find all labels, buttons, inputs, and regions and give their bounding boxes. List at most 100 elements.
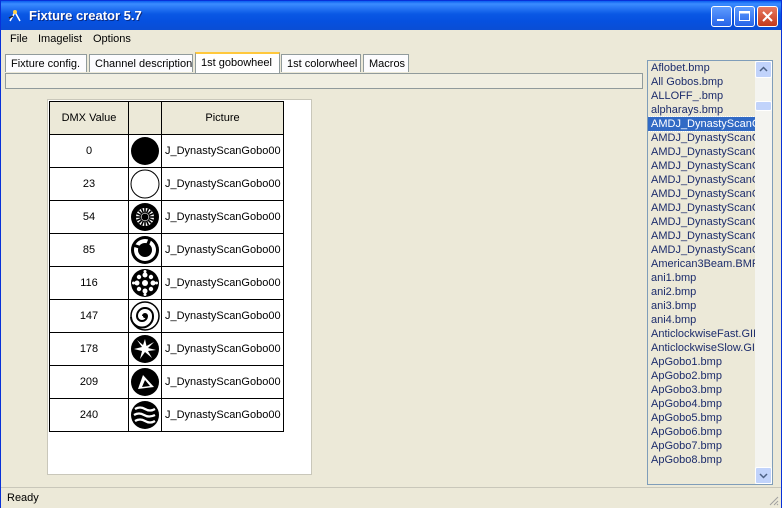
image-list-scrollbar[interactable] <box>755 61 772 484</box>
dmx-value-cell[interactable]: 0 <box>49 134 129 168</box>
image-list[interactable]: Aflobet.bmp All Gobos.bmp ALLOFF_.bmp alpha… <box>647 60 773 485</box>
list-item[interactable]: ApGobo8.bmp <box>648 453 755 467</box>
picture-cell[interactable]: J_DynastyScanGobo00 <box>161 167 284 201</box>
picture-cell[interactable]: J_DynastyScanGobo00 <box>161 365 284 399</box>
scroll-up-button[interactable] <box>755 61 772 78</box>
tab-1st-colorwheel[interactable]: 1st colorwheel <box>281 54 361 72</box>
dmx-value-cell[interactable]: 23 <box>49 167 129 201</box>
gobo-ring-icon <box>131 236 159 264</box>
table-row[interactable]: 116 J_DynastyScanGobo00 <box>49 266 284 300</box>
list-item[interactable]: AMDJ_DynastyScanG <box>648 145 755 159</box>
gobo-cell[interactable] <box>128 365 162 399</box>
list-item[interactable]: AMDJ_DynastyScanG <box>648 116 756 132</box>
chevron-down-icon <box>759 473 768 479</box>
menu-file[interactable]: File <box>10 33 28 45</box>
dmx-value-cell[interactable]: 85 <box>49 233 129 267</box>
tab-channel-description[interactable]: Channel description <box>89 54 193 72</box>
picture-cell[interactable]: J_DynastyScanGobo00 <box>161 200 284 234</box>
tab-page-strip <box>5 73 643 89</box>
gobo-grid: DMX Value Picture 0 J_DynastyScanGobo00 23… <box>47 99 312 475</box>
list-item[interactable]: ani3.bmp <box>648 299 755 313</box>
list-item[interactable]: ApGobo3.bmp <box>648 383 755 397</box>
dmx-value-cell[interactable]: 116 <box>49 266 129 300</box>
title-bar[interactable]: Fixture creator 5.7 <box>1 1 781 30</box>
list-item[interactable]: ApGobo6.bmp <box>648 425 755 439</box>
tab-strip: Fixture config. Channel description 1st … <box>5 52 643 74</box>
list-item[interactable]: ApGobo7.bmp <box>648 439 755 453</box>
gobo-cell[interactable] <box>128 233 162 267</box>
list-item[interactable]: AMDJ_DynastyScanG <box>648 173 755 187</box>
table-row[interactable]: 147 J_DynastyScanGobo00 <box>49 299 284 333</box>
maximize-button[interactable] <box>734 6 755 27</box>
list-item[interactable]: ALLOFF_.bmp <box>648 89 755 103</box>
table-row[interactable]: 0 J_DynastyScanGobo00 <box>49 134 284 168</box>
header-gobo[interactable] <box>128 101 162 135</box>
dmx-value-cell[interactable]: 240 <box>49 398 129 432</box>
list-item[interactable]: AnticlockwiseFast.GIF <box>648 327 755 341</box>
picture-cell[interactable]: J_DynastyScanGobo00 <box>161 398 284 432</box>
list-item[interactable]: American3Beam.BMP <box>648 257 755 271</box>
tab-1st-gobowheel[interactable]: 1st gobowheel <box>195 52 280 73</box>
list-item[interactable]: AMDJ_DynastyScanG <box>648 131 755 145</box>
list-item[interactable]: AMDJ_DynastyScanG <box>648 243 755 257</box>
gobo-solid-icon <box>131 137 159 165</box>
picture-cell[interactable]: J_DynastyScanGobo00 <box>161 299 284 333</box>
list-item[interactable]: ani1.bmp <box>648 271 755 285</box>
gobo-cell[interactable] <box>128 332 162 366</box>
tab-fixture-config[interactable]: Fixture config. <box>5 54 87 72</box>
table-row[interactable]: 23 J_DynastyScanGobo00 <box>49 167 284 201</box>
list-item[interactable]: ani4.bmp <box>648 313 755 327</box>
picture-cell[interactable]: J_DynastyScanGobo00 <box>161 266 284 300</box>
list-item[interactable]: Aflobet.bmp <box>648 61 755 75</box>
grid-header-row: DMX Value Picture <box>49 101 284 135</box>
header-dmx-value[interactable]: DMX Value <box>49 101 129 135</box>
list-item[interactable]: ani2.bmp <box>648 285 755 299</box>
list-item[interactable]: alpharays.bmp <box>648 103 755 117</box>
menu-options[interactable]: Options <box>93 33 131 45</box>
gobo-cell[interactable] <box>128 266 162 300</box>
gobo-cell[interactable] <box>128 134 162 168</box>
menu-bar: File Imagelist Options <box>1 30 781 49</box>
gobo-cell[interactable] <box>128 299 162 333</box>
gobo-open-icon <box>130 169 160 199</box>
scroll-down-button[interactable] <box>755 467 772 484</box>
list-item[interactable]: AMDJ_DynastyScanG <box>648 201 755 215</box>
menu-imagelist[interactable]: Imagelist <box>38 33 82 45</box>
gobo-table: DMX Value Picture 0 J_DynastyScanGobo00 23… <box>49 101 284 432</box>
tab-macros[interactable]: Macros <box>363 54 409 72</box>
gobo-cell[interactable] <box>128 200 162 234</box>
gobo-spiral-icon <box>130 301 160 331</box>
header-picture[interactable]: Picture <box>161 101 284 135</box>
list-item[interactable]: ApGobo1.bmp <box>648 355 755 369</box>
dmx-value-cell[interactable]: 147 <box>49 299 129 333</box>
list-item[interactable]: AMDJ_DynastyScanG <box>648 187 755 201</box>
list-item[interactable]: ApGobo5.bmp <box>648 411 755 425</box>
dmx-value-cell[interactable]: 209 <box>49 365 129 399</box>
table-row[interactable]: 85 J_DynastyScanGobo00 <box>49 233 284 267</box>
picture-cell[interactable]: J_DynastyScanGobo00 <box>161 134 284 168</box>
minimize-button[interactable] <box>711 6 732 27</box>
list-item[interactable]: AnticlockwiseSlow.GIF <box>648 341 755 355</box>
gobo-cell[interactable] <box>128 398 162 432</box>
gobo-cell[interactable] <box>128 167 162 201</box>
table-row[interactable]: 54 J_DynastyScanGobo00 <box>49 200 284 234</box>
table-row[interactable]: 178 J_DynastyScanGobo00 <box>49 332 284 366</box>
scroll-thumb[interactable] <box>755 101 772 111</box>
list-item[interactable]: AMDJ_DynastyScanG <box>648 229 755 243</box>
table-row[interactable]: 240 J_DynastyScanGobo00 <box>49 398 284 432</box>
dmx-value-cell[interactable]: 54 <box>49 200 129 234</box>
list-item[interactable]: ApGobo4.bmp <box>648 397 755 411</box>
list-item[interactable]: AMDJ_DynastyScanG <box>648 215 755 229</box>
status-text: Ready <box>7 492 39 504</box>
table-row[interactable]: 209 J_DynastyScanGobo00 <box>49 365 284 399</box>
status-bar: Ready <box>1 487 781 508</box>
maximize-icon <box>739 11 750 21</box>
picture-cell[interactable]: J_DynastyScanGobo00 <box>161 233 284 267</box>
dmx-value-cell[interactable]: 178 <box>49 332 129 366</box>
list-item[interactable]: All Gobos.bmp <box>648 75 755 89</box>
picture-cell[interactable]: J_DynastyScanGobo00 <box>161 332 284 366</box>
list-item[interactable]: ApGobo2.bmp <box>648 369 755 383</box>
list-item[interactable]: AMDJ_DynastyScanG <box>648 159 755 173</box>
resize-grip-icon[interactable] <box>767 494 779 506</box>
close-button[interactable] <box>757 6 778 27</box>
